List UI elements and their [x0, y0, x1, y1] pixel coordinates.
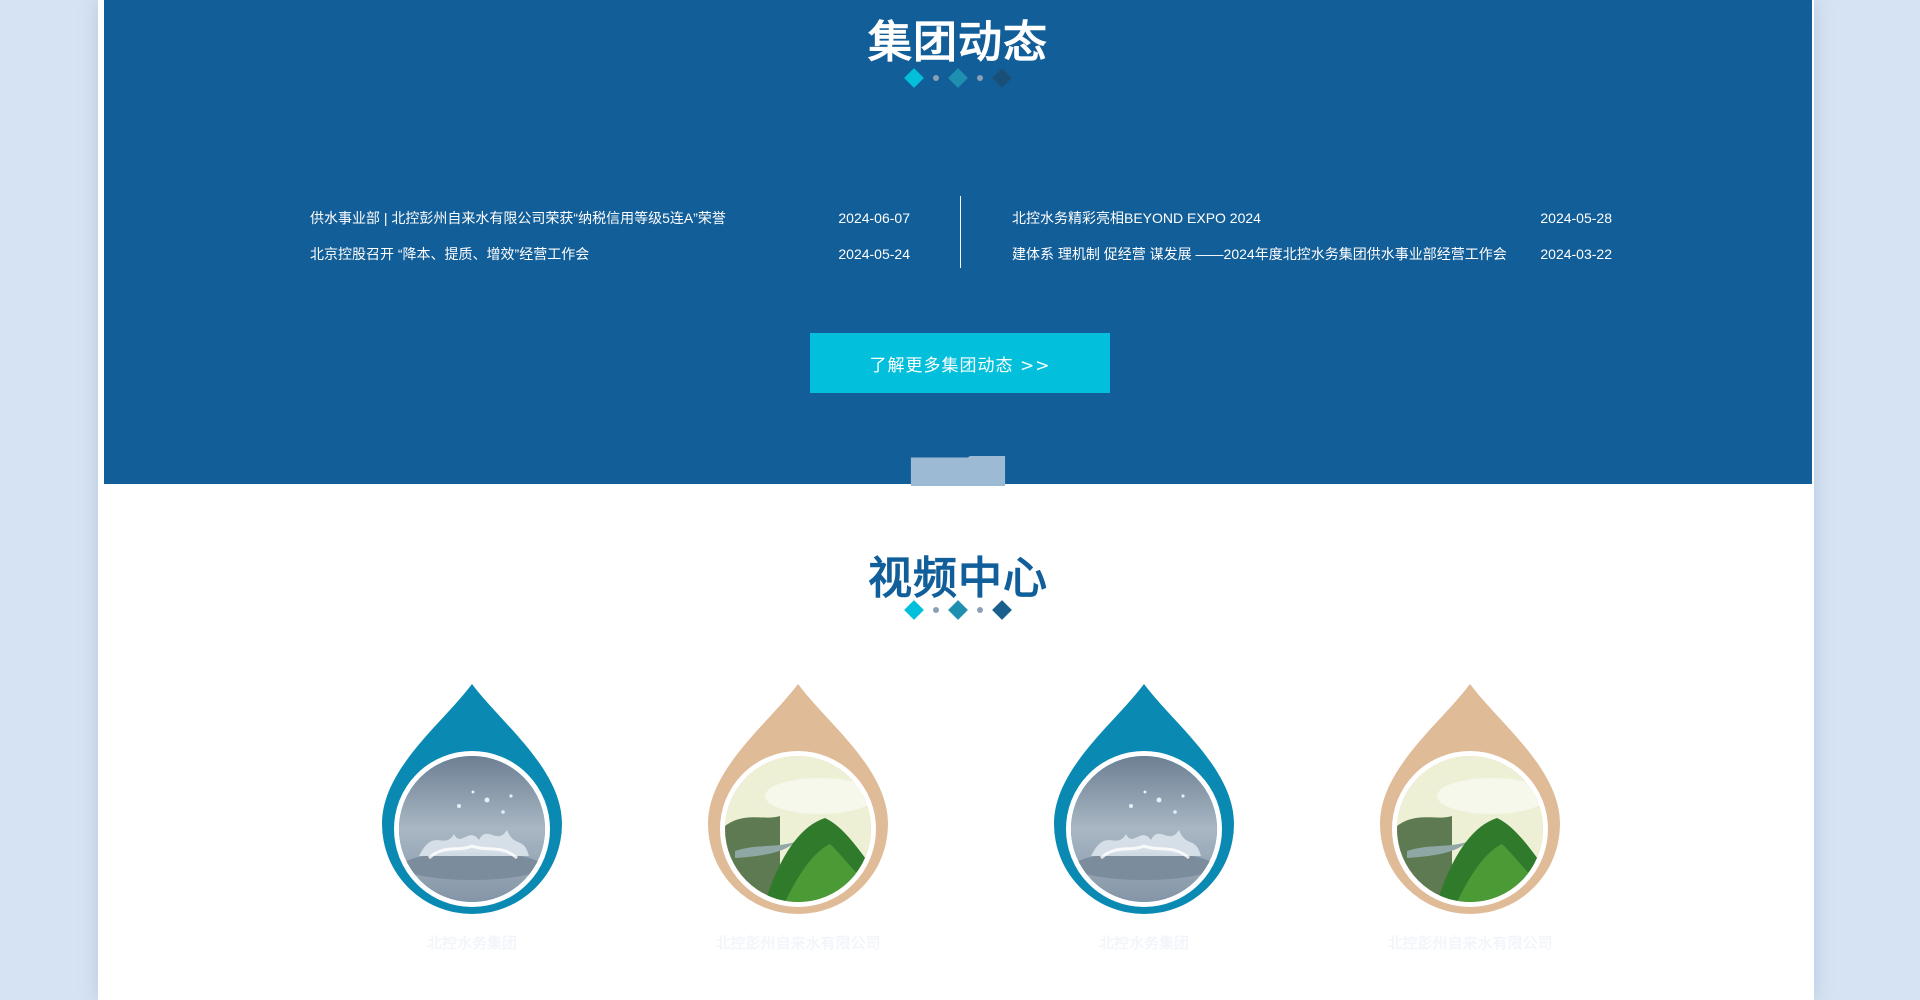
diamond-icon — [948, 600, 968, 620]
video-card-label[interactable]: 北控水务集团 — [362, 932, 582, 953]
news-section-title: 集团动态 — [868, 17, 1048, 68]
news-title-decoration — [104, 66, 1812, 90]
video-thumbnail[interactable] — [382, 684, 562, 914]
news-item-date: 2024-06-07 — [838, 210, 910, 226]
video-card[interactable]: 北控彭州自来水有限公司 — [1360, 684, 1580, 953]
news-item[interactable]: 北控水务精彩亮相BEYOND EXPO 2024 2024-05-28 — [1012, 200, 1612, 236]
dot-icon — [977, 75, 983, 81]
news-column-divider — [960, 196, 961, 268]
video-card-label[interactable]: 北控彭州自来水有限公司 — [1360, 932, 1580, 953]
water-splash-image — [1066, 751, 1222, 907]
video-section-title: 视频中心 — [868, 553, 1048, 604]
news-item-date: 2024-03-22 — [1540, 246, 1612, 262]
video-card[interactable]: 北控水务集团 — [362, 684, 582, 953]
water-splash-image — [394, 751, 550, 907]
green-mountain-image — [720, 751, 876, 907]
news-item[interactable]: 北京控股召开 “降本、提质、增效”经营工作会 2024-05-24 — [310, 236, 910, 272]
dot-icon — [933, 75, 939, 81]
news-item-title[interactable]: 建体系 理机制 促经营 谋发展 ——2024年度北控水务集团供水事业部经营工作会 — [1012, 244, 1507, 264]
news-list-right: 北控水务精彩亮相BEYOND EXPO 2024 2024-05-28 建体系 … — [1012, 200, 1612, 272]
video-card-label[interactable]: 北控彭州自来水有限公司 — [688, 932, 908, 953]
diamond-icon — [992, 68, 1012, 88]
section-divider-shape — [910, 456, 1006, 486]
dot-icon — [977, 607, 983, 613]
diamond-icon — [904, 600, 924, 620]
video-section: 视频中心 北控水务集团 北控彭州自来水有限公司 北控水务集团 北控彭州自来水有限… — [104, 456, 1812, 1000]
news-item-title[interactable]: 北京控股召开 “降本、提质、增效”经营工作会 — [310, 244, 589, 264]
news-section: 集团动态 供水事业部 | 北控彭州自来水有限公司荣获“纳税信用等级5连A”荣誉 … — [104, 0, 1812, 484]
page-content: 集团动态 供水事业部 | 北控彭州自来水有限公司荣获“纳税信用等级5连A”荣誉 … — [104, 0, 1812, 1000]
video-title-decoration — [104, 598, 1812, 622]
news-list-left: 供水事业部 | 北控彭州自来水有限公司荣获“纳税信用等级5连A”荣誉 2024-… — [310, 200, 910, 272]
video-card[interactable]: 北控彭州自来水有限公司 — [688, 684, 908, 953]
video-card-label[interactable]: 北控水务集团 — [1034, 932, 1254, 953]
news-item-title[interactable]: 供水事业部 | 北控彭州自来水有限公司荣获“纳税信用等级5连A”荣誉 — [310, 208, 726, 228]
news-item-date: 2024-05-28 — [1540, 210, 1612, 226]
news-item[interactable]: 供水事业部 | 北控彭州自来水有限公司荣获“纳税信用等级5连A”荣誉 2024-… — [310, 200, 910, 236]
news-item-title[interactable]: 北控水务精彩亮相BEYOND EXPO 2024 — [1012, 208, 1261, 228]
diamond-icon — [992, 600, 1012, 620]
diamond-icon — [904, 68, 924, 88]
dot-icon — [933, 607, 939, 613]
green-mountain-image — [1392, 751, 1548, 907]
news-item[interactable]: 建体系 理机制 促经营 谋发展 ——2024年度北控水务集团供水事业部经营工作会… — [1012, 236, 1612, 272]
video-card[interactable]: 北控水务集团 — [1034, 684, 1254, 953]
video-thumbnail[interactable] — [1380, 684, 1560, 914]
news-item-date: 2024-05-24 — [838, 246, 910, 262]
diamond-icon — [948, 68, 968, 88]
video-thumbnail[interactable] — [1054, 684, 1234, 914]
more-news-button[interactable]: 了解更多集团动态 >> — [810, 333, 1110, 393]
video-thumbnail[interactable] — [708, 684, 888, 914]
